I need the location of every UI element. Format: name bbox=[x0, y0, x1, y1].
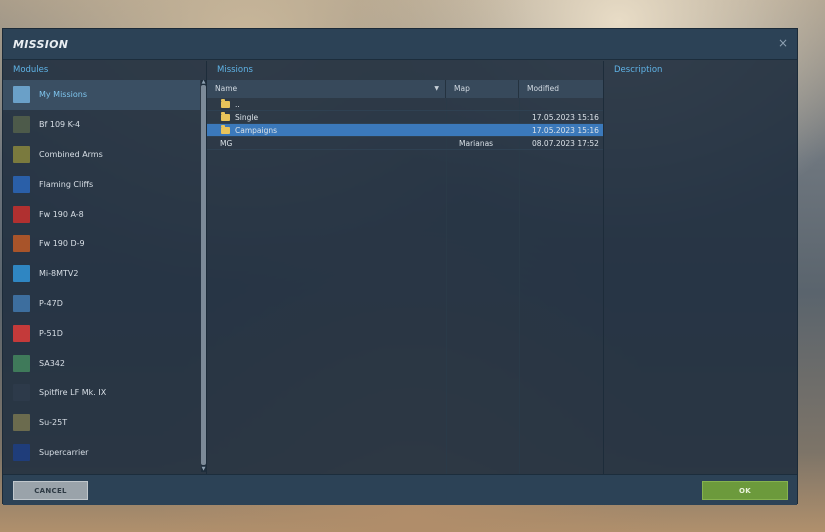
fw190a8-icon bbox=[13, 205, 30, 223]
row-modified: 17.05.2023 15:16 bbox=[532, 126, 599, 135]
mission-window: MISSION × Modules Missions Description M… bbox=[2, 28, 799, 505]
row-map: Marianas bbox=[459, 139, 494, 148]
modules-header: Modules bbox=[13, 65, 49, 75]
module-label: Supercarrier bbox=[39, 447, 89, 457]
ok-button[interactable]: OK bbox=[702, 481, 788, 500]
missions-header: Missions bbox=[217, 65, 253, 75]
column-header-label: Map bbox=[454, 84, 470, 93]
column-header-modified[interactable]: Modified bbox=[519, 80, 603, 98]
title-bar: MISSION × bbox=[3, 29, 797, 60]
module-item-my-missions[interactable]: My Missions bbox=[3, 80, 200, 110]
close-icon[interactable]: × bbox=[777, 37, 789, 49]
table-row[interactable]: .. bbox=[207, 98, 603, 111]
module-label: Combined Arms bbox=[39, 149, 103, 159]
row-name: .. bbox=[235, 100, 240, 109]
scroll-up-icon[interactable]: ▲ bbox=[201, 80, 206, 85]
module-item-sa342[interactable]: SA342 bbox=[3, 348, 200, 378]
row-name: Single bbox=[235, 113, 259, 122]
modules-list: My Missions Bf 109 K-4 Combined Arms Fla… bbox=[3, 80, 200, 474]
module-item-supercarrier[interactable]: Supercarrier bbox=[3, 438, 200, 468]
cancel-button[interactable]: CANCEL bbox=[13, 481, 88, 500]
table-row[interactable]: Single 17.05.2023 15:16 bbox=[207, 111, 603, 124]
fw190d9-icon bbox=[13, 235, 30, 253]
folder-icon bbox=[221, 112, 230, 121]
module-item-fw190a8[interactable]: Fw 190 A-8 bbox=[3, 199, 200, 229]
module-label: P-51D bbox=[39, 328, 63, 338]
bottom-bar: CANCEL OK bbox=[3, 474, 797, 505]
sort-down-icon: ▼ bbox=[434, 85, 439, 92]
module-item-su25t[interactable]: Su-25T bbox=[3, 408, 200, 438]
description-header: Description bbox=[614, 65, 663, 75]
flaming-cliffs-icon bbox=[13, 175, 30, 193]
module-label: Spitfire LF Mk. IX bbox=[39, 388, 107, 398]
module-item-p51d[interactable]: P-51D bbox=[3, 318, 200, 348]
module-label: Fw 190 D-9 bbox=[39, 239, 85, 249]
column-header-label: Name bbox=[215, 84, 238, 93]
module-label: Mi-8MTV2 bbox=[39, 269, 79, 279]
column-divider bbox=[446, 98, 447, 474]
row-name: Campaigns bbox=[235, 126, 278, 135]
my-missions-icon bbox=[13, 86, 30, 104]
row-modified: 17.05.2023 15:16 bbox=[532, 113, 599, 122]
module-item-fw190d9[interactable]: Fw 190 D-9 bbox=[3, 229, 200, 259]
module-label: Fw 190 A-8 bbox=[39, 209, 84, 219]
table-row[interactable]: MG Marianas 08.07.2023 17:52 bbox=[207, 137, 603, 150]
p47d-icon bbox=[13, 294, 30, 312]
folder-icon bbox=[221, 99, 230, 108]
modules-scrollbar-thumb[interactable] bbox=[201, 85, 206, 465]
missions-table: Name ▼ Map Modified .. Single 17.05.2023 1… bbox=[207, 80, 603, 474]
module-item-flaming-cliffs[interactable]: Flaming Cliffs bbox=[3, 169, 200, 199]
sa342-icon bbox=[13, 354, 30, 372]
spitfire-icon bbox=[13, 384, 30, 402]
module-label: My Missions bbox=[39, 90, 87, 100]
table-row[interactable]: Campaigns 17.05.2023 15:16 bbox=[207, 124, 603, 137]
column-header-label: Modified bbox=[527, 84, 560, 93]
column-header-map[interactable]: Map bbox=[446, 80, 519, 98]
description-panel bbox=[604, 80, 799, 474]
su25t-icon bbox=[13, 414, 30, 432]
module-label: SA342 bbox=[39, 358, 65, 368]
mi8-icon bbox=[13, 265, 30, 283]
module-item-mi8[interactable]: Mi-8MTV2 bbox=[3, 259, 200, 289]
module-item-p47d[interactable]: P-47D bbox=[3, 289, 200, 319]
supercarrier-icon bbox=[13, 443, 30, 461]
scroll-down-icon[interactable]: ▼ bbox=[201, 467, 206, 472]
module-label: Flaming Cliffs bbox=[39, 179, 94, 189]
row-name: MG bbox=[220, 139, 233, 148]
row-modified: 08.07.2023 17:52 bbox=[532, 139, 599, 148]
module-label: Su-25T bbox=[39, 418, 68, 428]
window-title: MISSION bbox=[13, 38, 69, 51]
folder-icon bbox=[221, 125, 230, 134]
module-item-combined-arms[interactable]: Combined Arms bbox=[3, 140, 200, 170]
module-label: Bf 109 K-4 bbox=[39, 120, 81, 130]
module-label: P-47D bbox=[39, 298, 63, 308]
module-item-spitfire[interactable]: Spitfire LF Mk. IX bbox=[3, 378, 200, 408]
column-header-name[interactable]: Name ▼ bbox=[207, 80, 446, 98]
p51d-icon bbox=[13, 324, 30, 342]
bf109-icon bbox=[13, 116, 30, 134]
column-divider bbox=[519, 98, 520, 474]
combined-arms-icon bbox=[13, 145, 30, 163]
module-item-bf109[interactable]: Bf 109 K-4 bbox=[3, 110, 200, 140]
